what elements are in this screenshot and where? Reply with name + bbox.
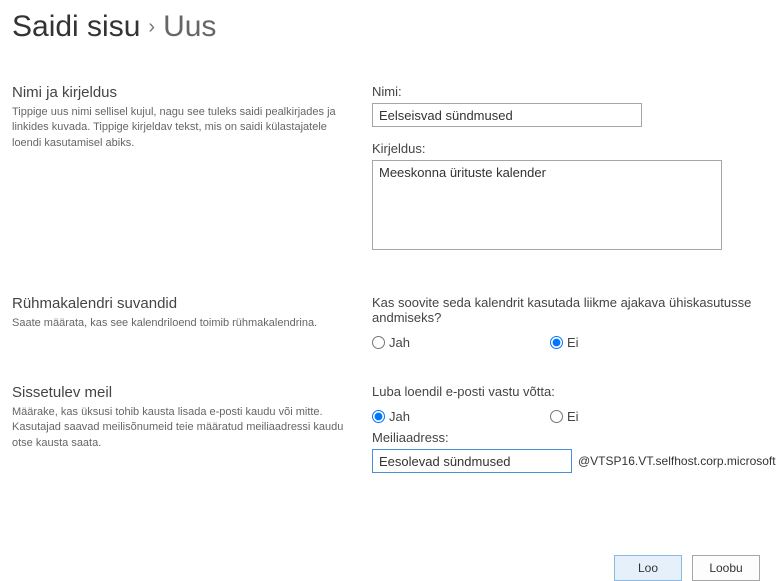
incoming-email-yes-radio[interactable] xyxy=(372,410,385,423)
section-description: Tippige uus nimi sellisel kujul, nagu se… xyxy=(12,105,352,151)
group-calendar-no-radio[interactable] xyxy=(550,336,563,349)
description-textarea[interactable]: Meeskonna ürituste kalender xyxy=(372,160,722,250)
section-name-description: Nimi ja kirjeldus Tippige uus nimi selli… xyxy=(12,84,764,267)
incoming-email-question: Luba loendil e-posti vastu võtta: xyxy=(372,384,776,399)
cancel-button[interactable]: Loobu xyxy=(692,555,760,581)
email-address-suffix: @VTSP16.VT.selfhost.corp.microsoft.com xyxy=(578,454,776,468)
radio-label: Jah xyxy=(389,335,410,350)
email-address-input[interactable] xyxy=(372,449,572,473)
breadcrumb-current: Uus xyxy=(163,10,216,44)
group-calendar-no-option[interactable]: Ei xyxy=(550,335,579,350)
radio-label: Ei xyxy=(567,335,579,350)
chevron-right-icon: › xyxy=(148,16,155,39)
create-button[interactable]: Loo xyxy=(614,555,682,581)
section-group-calendar: Rühmakalendri suvandid Saate määrata, ka… xyxy=(12,295,764,356)
email-address-label: Meiliaadress: xyxy=(372,430,776,445)
group-calendar-yes-radio[interactable] xyxy=(372,336,385,349)
incoming-email-no-radio[interactable] xyxy=(550,410,563,423)
section-description: Määrake, kas üksusi tohib kausta lisada … xyxy=(12,405,352,451)
section-title: Rühmakalendri suvandid xyxy=(12,295,352,312)
group-calendar-yes-option[interactable]: Jah xyxy=(372,335,410,350)
section-title: Nimi ja kirjeldus xyxy=(12,84,352,101)
footer-buttons: Loo Loobu xyxy=(12,555,764,581)
name-input[interactable] xyxy=(372,103,642,127)
incoming-email-no-option[interactable]: Ei xyxy=(550,409,579,424)
description-label: Kirjeldus: xyxy=(372,141,764,156)
section-incoming-email: Sissetulev meil Määrake, kas üksusi tohi… xyxy=(12,384,764,487)
incoming-email-yes-option[interactable]: Jah xyxy=(372,409,410,424)
breadcrumb: Saidi sisu › Uus xyxy=(12,10,764,44)
name-label: Nimi: xyxy=(372,84,764,99)
group-calendar-question: Kas soovite seda kalendrit kasutada liik… xyxy=(372,295,764,325)
radio-label: Jah xyxy=(389,409,410,424)
breadcrumb-parent[interactable]: Saidi sisu xyxy=(12,10,140,44)
radio-label: Ei xyxy=(567,409,579,424)
section-title: Sissetulev meil xyxy=(12,384,352,401)
section-description: Saate määrata, kas see kalendriloend toi… xyxy=(12,316,352,331)
